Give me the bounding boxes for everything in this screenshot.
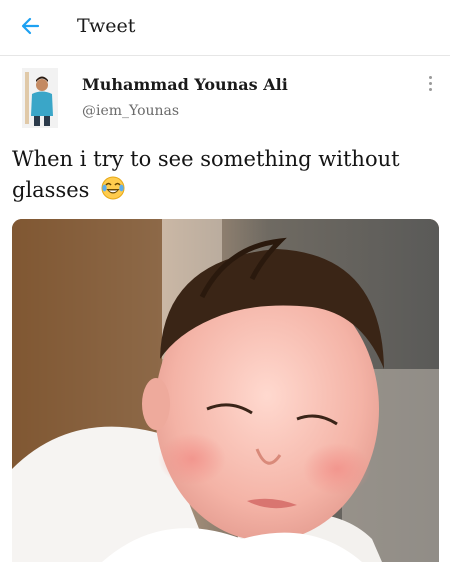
avatar[interactable] xyxy=(22,68,58,128)
tweet-photo[interactable] xyxy=(12,219,439,562)
page-title: Tweet xyxy=(77,15,136,37)
face-with-tears-of-joy-icon xyxy=(101,176,125,200)
more-options-icon[interactable] xyxy=(426,76,434,96)
author-handle[interactable]: @iem_Younas xyxy=(82,103,179,119)
tweet-body: When i try to see something without glas… xyxy=(12,147,400,202)
top-bar: Tweet xyxy=(0,0,450,56)
arrow-left-icon[interactable] xyxy=(18,13,44,39)
author-name[interactable]: Muhammad Younas Ali xyxy=(82,75,288,94)
tweet-text: When i try to see something without glas… xyxy=(12,144,437,206)
